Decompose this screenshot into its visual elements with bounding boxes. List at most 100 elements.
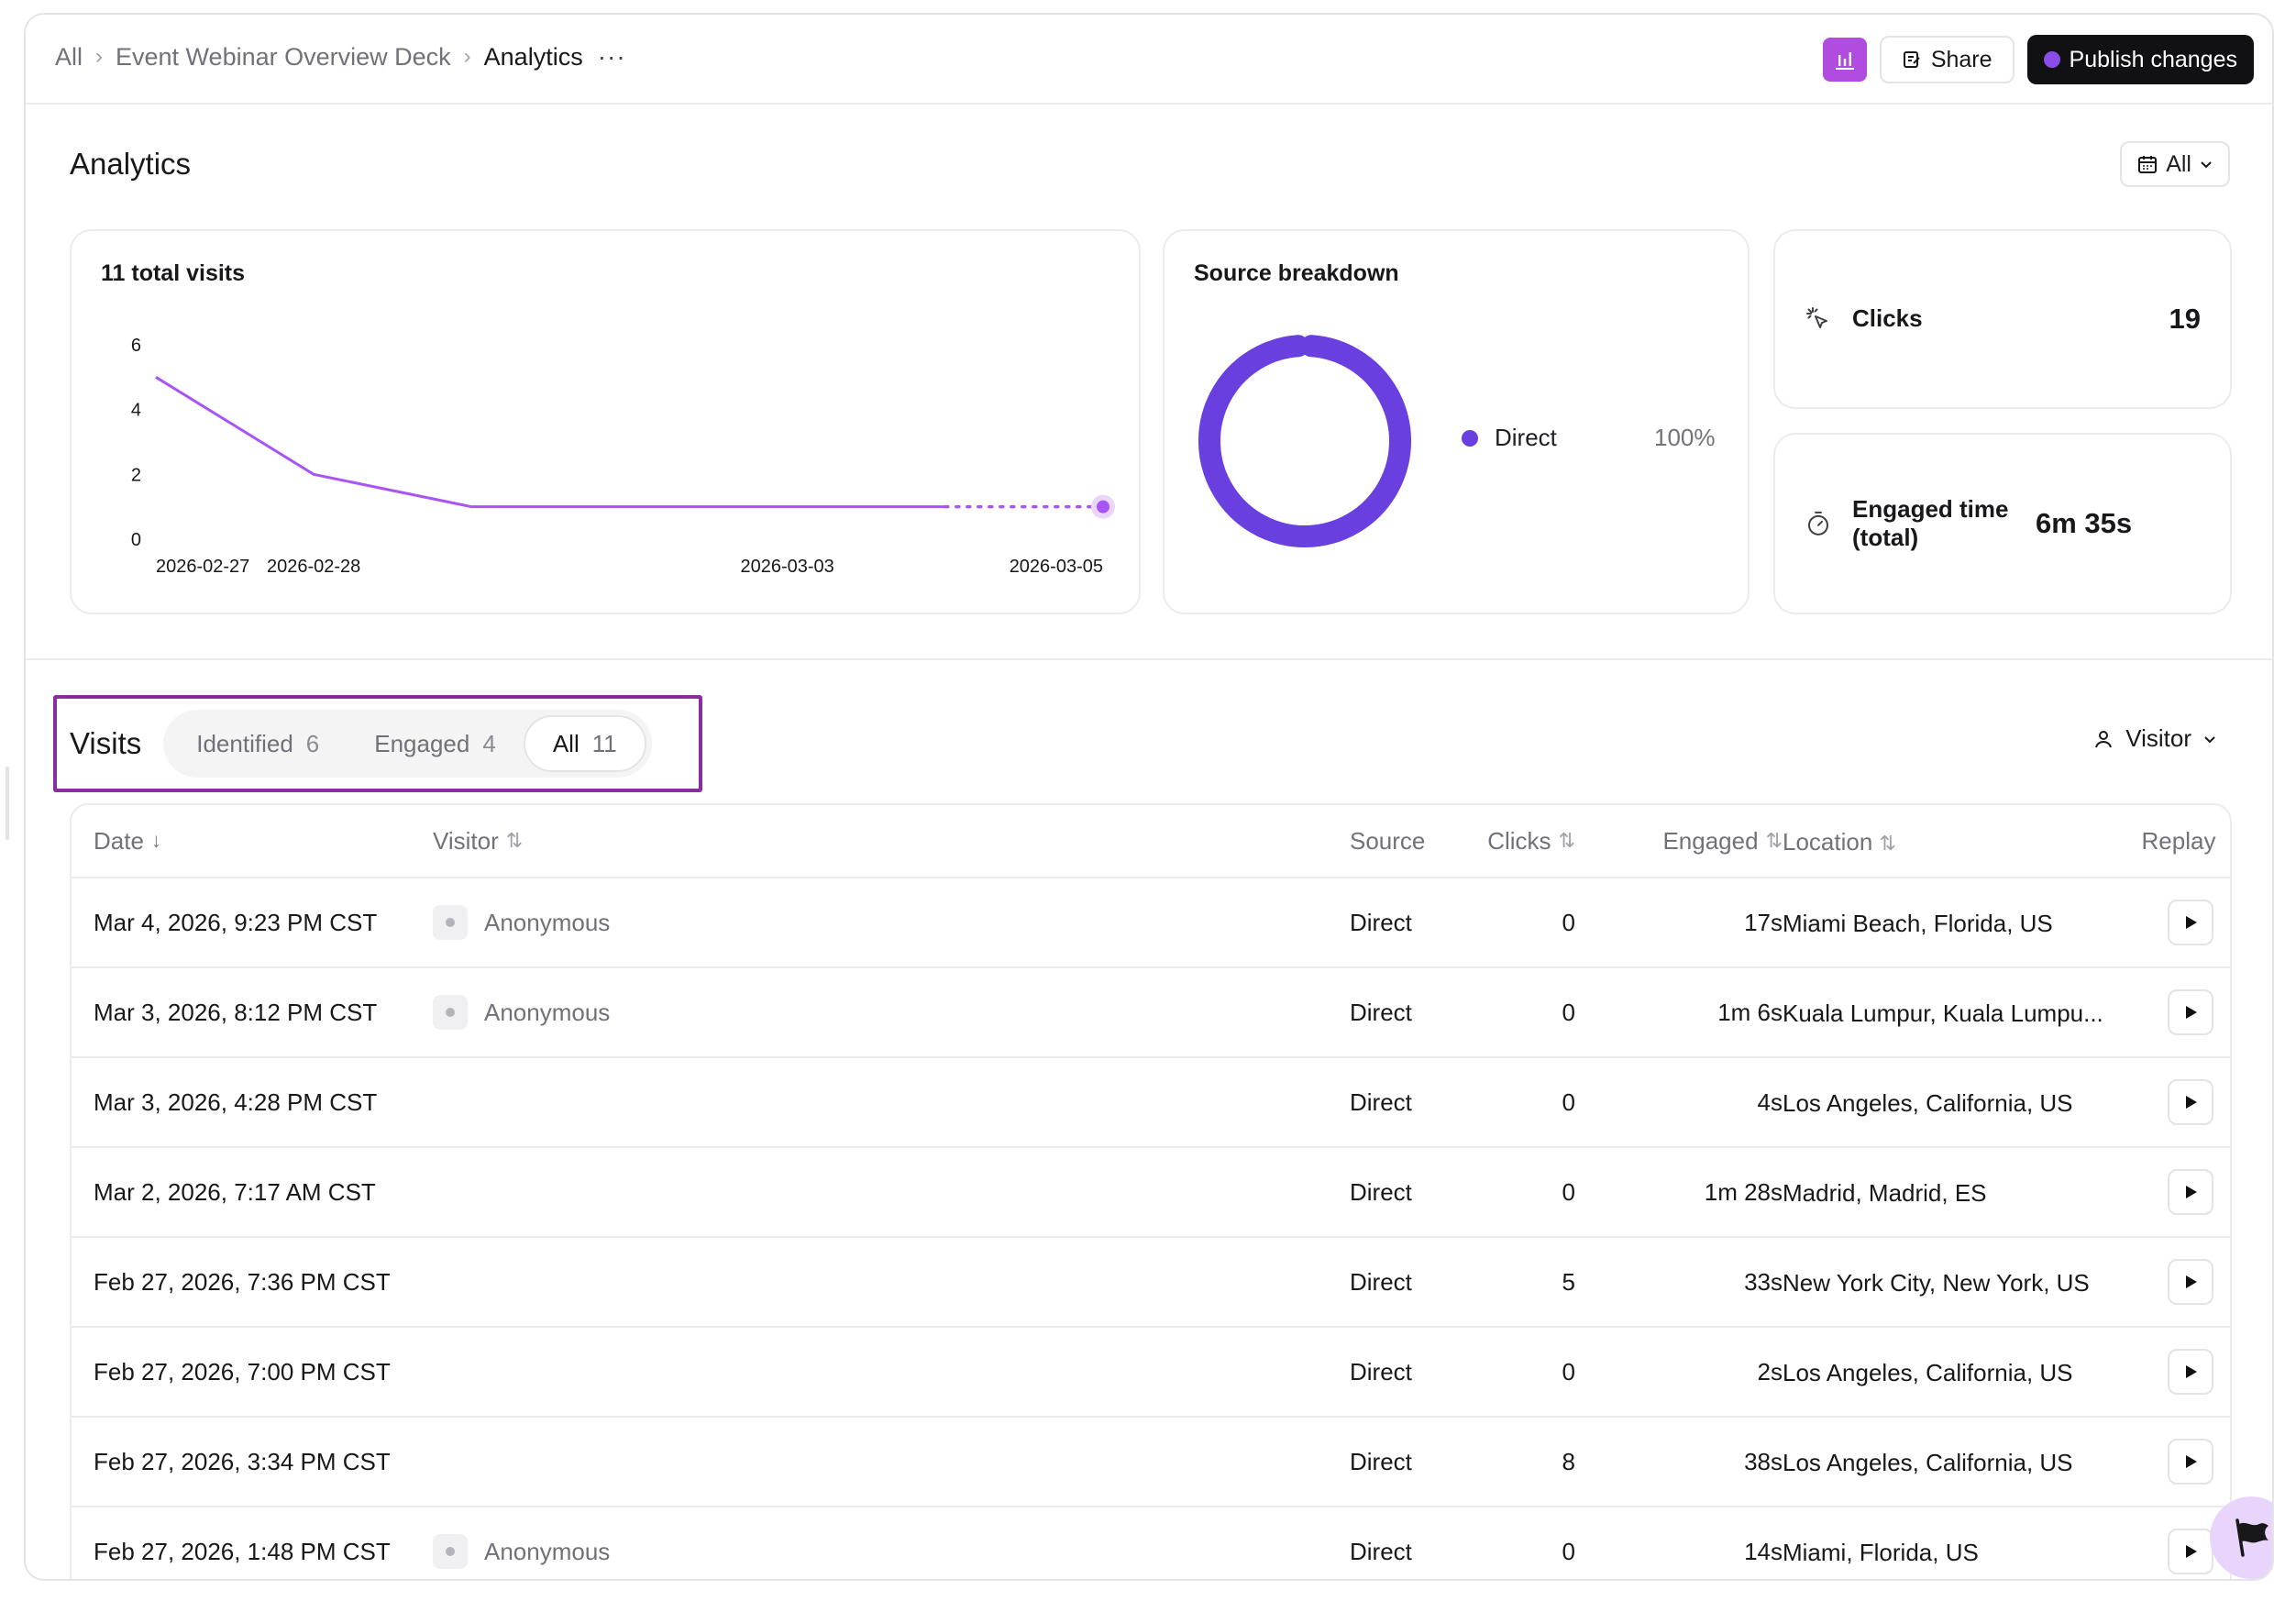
cursor-click-icon <box>1803 304 1834 335</box>
visit-clicks: 0 <box>1562 908 1575 936</box>
sort-icon: ⇅ <box>1879 832 1896 855</box>
table-row[interactable]: Feb 27, 2026, 7:36 PM CST Direct 5 33s New Y… <box>72 1238 2230 1328</box>
column-replay-label: Replay <box>2141 826 2216 855</box>
table-row[interactable]: Mar 4, 2026, 9:23 PM CST Anonymous Direct 0… <box>72 878 2230 968</box>
visits-series-line <box>155 376 945 509</box>
share-button[interactable]: Share <box>1879 36 2015 83</box>
breadcrumb-root[interactable]: All <box>55 43 83 72</box>
source-donut-chart <box>1198 335 1411 547</box>
table-row[interactable]: Mar 3, 2026, 4:28 PM CST Direct 0 4s Los Ang… <box>72 1058 2230 1148</box>
column-header-visitor[interactable]: Visitor ⇅ <box>433 805 523 877</box>
table-row[interactable]: Feb 27, 2026, 3:34 PM CST Direct 8 38s Los A… <box>72 1418 2230 1507</box>
visit-engaged: 4s <box>1757 1088 1783 1116</box>
visit-engaged: 2s <box>1757 1357 1783 1386</box>
replay-button[interactable] <box>2168 1529 2213 1574</box>
date-range-dropdown[interactable]: All <box>2120 141 2230 187</box>
visits-line-chart: 0 2 4 6 2026-02-27 2026-02-28 2026-03-03 2026-… <box>131 336 1115 577</box>
visit-location: Los Angeles, California, US <box>1783 1089 2073 1117</box>
stopwatch-icon <box>1803 508 1834 539</box>
chevron-down-icon <box>2201 161 2212 169</box>
visit-source: Direct <box>1350 1177 1412 1206</box>
column-header-date[interactable]: Date ↓ <box>94 805 161 877</box>
clicks-card: Clicks 19 <box>1773 229 2232 409</box>
replay-button[interactable] <box>2168 989 2213 1035</box>
replay-cell <box>2158 1418 2223 1506</box>
visitor-cell: Anonymous <box>433 968 610 1056</box>
clicks-label: Clicks <box>1852 304 1923 333</box>
tab-all[interactable]: All 11 <box>523 715 646 772</box>
visitor-cell: Anonymous <box>433 1507 610 1579</box>
table-row[interactable]: Feb 27, 2026, 7:00 PM CST Direct 0 2s Los An… <box>72 1328 2230 1418</box>
table-row[interactable]: Mar 2, 2026, 7:17 AM CST Direct 0 1m 28s Mad… <box>72 1148 2230 1238</box>
resize-handle[interactable] <box>6 767 9 840</box>
visit-date: Feb 27, 2026, 7:36 PM CST <box>94 1267 391 1296</box>
analytics-toggle-button[interactable] <box>1822 38 1867 82</box>
visit-date: Feb 27, 2026, 3:34 PM CST <box>94 1447 391 1475</box>
y-tick-label: 0 <box>131 530 141 550</box>
publish-changes-button[interactable]: Publish changes <box>2026 35 2254 84</box>
date-range-label: All <box>2166 150 2191 177</box>
play-icon <box>2186 1365 2197 1378</box>
visit-engaged: 1m 6s <box>1717 998 1783 1026</box>
column-header-clicks[interactable]: Clicks ⇅ <box>1429 805 1575 877</box>
sort-icon: ⇅ <box>1558 829 1575 852</box>
visits-filter-tabs: Identified 6 Engaged 4 All 11 <box>163 710 652 778</box>
visit-location: Miami, Florida, US <box>1783 1539 1979 1566</box>
total-visits-card: 11 total visits 0246 2026-02-27 2026-02-2… <box>70 229 1141 614</box>
tab-identified-count: 6 <box>305 729 320 757</box>
breadcrumb-deck[interactable]: Event Webinar Overview Deck <box>116 43 451 72</box>
column-header-replay: Replay <box>2135 805 2223 877</box>
table-row[interactable]: Mar 3, 2026, 8:12 PM CST Anonymous Direct 0… <box>72 968 2230 1058</box>
status-dot-icon <box>2043 51 2060 68</box>
visit-date: Mar 2, 2026, 7:17 AM CST <box>94 1177 376 1206</box>
play-icon <box>2186 1545 2197 1558</box>
tab-engaged[interactable]: Engaged 4 <box>347 715 524 772</box>
visit-clicks: 0 <box>1562 998 1575 1026</box>
column-visitor-label: Visitor <box>433 826 499 855</box>
publish-label: Publish changes <box>2069 46 2237 72</box>
share-label: Share <box>1930 46 1992 72</box>
replay-cell <box>2158 1058 2223 1146</box>
visit-location: Madrid, Madrid, ES <box>1783 1179 1987 1207</box>
tab-engaged-count: 4 <box>482 729 496 757</box>
visitor-cell: Anonymous <box>433 878 610 966</box>
engaged-time-card: Engaged time (total) 6m 35s <box>1773 433 2232 614</box>
source-breakdown-title: Source breakdown <box>1194 260 1399 286</box>
share-icon <box>1903 51 1920 68</box>
column-source-label: Source <box>1350 826 1426 855</box>
replay-button[interactable] <box>2168 900 2213 945</box>
y-tick-label: 4 <box>131 401 141 421</box>
visitor-filter-dropdown[interactable]: Visitor <box>2092 724 2217 753</box>
column-header-engaged[interactable]: Engaged ⇅ <box>1575 805 1783 877</box>
donut-slice-direct <box>1198 335 1411 547</box>
visit-engaged: 33s <box>1744 1267 1783 1296</box>
visit-date: Feb 27, 2026, 1:48 PM CST <box>94 1537 391 1565</box>
user-icon <box>2095 730 2113 747</box>
last-data-point[interactable] <box>1097 500 1109 513</box>
replay-button[interactable] <box>2168 1169 2213 1215</box>
anonymous-avatar-icon <box>433 1534 468 1569</box>
replay-button[interactable] <box>2168 1079 2213 1125</box>
visit-source: Direct <box>1350 908 1412 936</box>
visit-date: Feb 27, 2026, 7:00 PM CST <box>94 1357 391 1386</box>
replay-cell <box>2158 1238 2223 1326</box>
top-actions: Share Publish changes <box>1822 35 2254 84</box>
tab-identified[interactable]: Identified 6 <box>169 715 347 772</box>
table-row[interactable]: Feb 27, 2026, 1:48 PM CST Anonymous Direct… <box>72 1507 2230 1579</box>
visit-engaged: 1m 28s <box>1704 1177 1783 1206</box>
section-divider <box>26 658 2272 660</box>
x-tick-label: 2026-02-27 <box>156 557 249 577</box>
column-header-location[interactable]: Location ⇅ <box>1783 805 2133 877</box>
chevron-down-icon <box>2204 735 2215 743</box>
replay-button[interactable] <box>2168 1259 2213 1305</box>
more-options-icon[interactable]: ··· <box>598 42 626 72</box>
visit-location: New York City, New York, US <box>1783 1269 2090 1297</box>
legend-dot-direct <box>1462 429 1478 447</box>
y-tick-label: 6 <box>131 336 141 356</box>
clicks-value: 19 <box>2169 303 2201 335</box>
play-icon <box>2186 1275 2197 1288</box>
replay-button[interactable] <box>2168 1349 2213 1395</box>
replay-button[interactable] <box>2168 1439 2213 1485</box>
tab-all-count: 11 <box>591 729 617 757</box>
y-tick-label: 2 <box>131 465 141 485</box>
